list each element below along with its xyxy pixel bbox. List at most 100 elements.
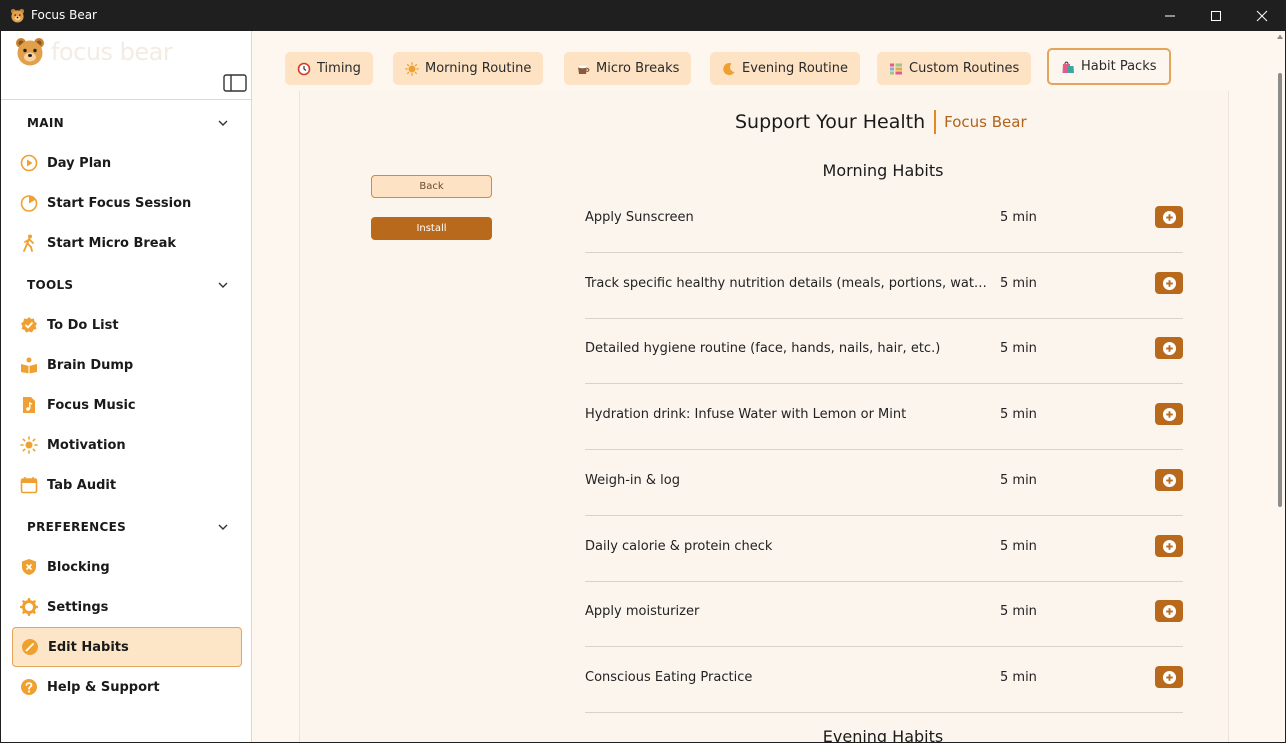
habit-duration: 5 min	[1000, 473, 1037, 488]
add-habit-button[interactable]	[1155, 272, 1183, 294]
habit-name: Conscious Eating Practice	[585, 670, 753, 685]
shopping-bags-icon	[1061, 60, 1075, 74]
scrollbar[interactable]	[1275, 31, 1285, 742]
calendar-icon	[20, 476, 38, 494]
habit-row: Apply moisturizer 5 min	[585, 581, 1183, 647]
habit-row: Weigh-in & log 5 min	[585, 450, 1183, 516]
add-habit-button[interactable]	[1155, 337, 1183, 359]
habit-name: Hydration drink: Infuse Water with Lemon…	[585, 407, 907, 422]
habit-row: Track specific healthy nutrition details…	[585, 253, 1183, 319]
pencil-circle-icon	[21, 638, 39, 656]
tab-timing[interactable]: Timing	[285, 52, 373, 85]
tab-habit-packs[interactable]: Habit Packs	[1047, 48, 1171, 85]
sidebar-item-label: To Do List	[47, 317, 119, 333]
tab-label: Morning Routine	[425, 61, 532, 76]
sidebar-item-to-do-list[interactable]: To Do List	[12, 305, 242, 345]
add-habit-button[interactable]	[1155, 535, 1183, 557]
tab-evening-routine[interactable]: Evening Routine	[710, 52, 860, 85]
section-main: MAIN	[27, 116, 64, 130]
plus-circle-icon	[1162, 604, 1176, 618]
chevron-down-icon[interactable]	[217, 521, 229, 533]
focus-timer-icon	[20, 194, 38, 212]
tab-label: Custom Routines	[909, 61, 1020, 76]
sidebar-item-day-plan[interactable]: Day Plan	[12, 143, 242, 183]
sidebar: focus bear MAIN Day Plan Start Focus Ses…	[1, 31, 252, 742]
tab-label: Timing	[317, 61, 361, 76]
scroll-thumb[interactable]	[1278, 73, 1282, 507]
sidebar-item-label: Day Plan	[47, 155, 112, 171]
tab-micro-breaks[interactable]: Micro Breaks	[564, 52, 692, 85]
close-button[interactable]	[1239, 0, 1285, 31]
sidebar-item-label: Blocking	[47, 559, 110, 575]
sidebar-item-label: Start Focus Session	[47, 195, 192, 211]
add-habit-button[interactable]	[1155, 206, 1183, 228]
sidebar-item-settings[interactable]: Settings	[12, 587, 242, 627]
play-circle-icon	[20, 154, 38, 172]
pack-title: Support Your Health	[735, 111, 926, 133]
question-circle-icon	[20, 678, 38, 696]
maximize-icon	[1211, 10, 1221, 21]
sidebar-item-focus-music[interactable]: Focus Music	[12, 385, 242, 425]
plus-circle-icon	[1162, 341, 1176, 355]
pack-author: Focus Bear	[944, 113, 1027, 131]
sidebar-item-edit-habits[interactable]: Edit Habits	[12, 627, 242, 667]
habit-name: Weigh-in & log	[585, 473, 680, 488]
sidebar-item-brain-dump[interactable]: Brain Dump	[12, 345, 242, 385]
sidebar-item-label: Settings	[47, 599, 109, 615]
evening-habits-heading: Evening Habits	[822, 727, 944, 742]
habit-duration: 5 min	[1000, 604, 1037, 619]
sidebar-item-motivation[interactable]: Motivation	[12, 425, 242, 465]
habit-duration: 5 min	[1000, 341, 1037, 356]
sidebar-item-label: Motivation	[47, 437, 126, 453]
sun-icon	[20, 436, 38, 454]
bear-app-icon	[10, 8, 25, 23]
tab-label: Evening Routine	[742, 61, 848, 76]
shield-x-icon	[20, 558, 38, 576]
sidebar-item-label: Focus Music	[47, 397, 136, 413]
sidebar-item-start-micro-break[interactable]: Start Micro Break	[12, 223, 242, 263]
minimize-icon	[1165, 15, 1175, 16]
clock-icon	[297, 62, 311, 76]
add-habit-button[interactable]	[1155, 600, 1183, 622]
plus-circle-icon	[1162, 407, 1176, 421]
install-button[interactable]: Install	[371, 217, 492, 240]
habit-row: Detailed hygiene routine (face, hands, n…	[585, 318, 1183, 384]
habit-name: Track specific healthy nutrition details…	[585, 276, 990, 291]
main-content: Timing Morning Routine Micro Breaks Even…	[252, 31, 1285, 742]
sidebar-item-blocking[interactable]: Blocking	[12, 547, 242, 587]
plus-circle-icon	[1162, 210, 1176, 224]
tab-morning-routine[interactable]: Morning Routine	[393, 52, 544, 85]
add-habit-button[interactable]	[1155, 666, 1183, 688]
habit-duration: 5 min	[1000, 539, 1037, 554]
tab-label: Micro Breaks	[596, 61, 680, 76]
checklist-badge-icon	[20, 316, 38, 334]
maximize-button[interactable]	[1193, 0, 1239, 31]
chevron-down-icon[interactable]	[217, 117, 229, 129]
sidebar-item-help-support[interactable]: Help & Support	[12, 667, 242, 707]
sidebar-divider	[1, 99, 252, 100]
plus-circle-icon	[1162, 473, 1176, 487]
open-book-icon	[20, 356, 38, 374]
sidebar-item-start-focus-session[interactable]: Start Focus Session	[12, 183, 242, 223]
scroll-up-icon[interactable]	[1276, 33, 1284, 41]
habit-name: Daily calorie & protein check	[585, 539, 773, 554]
sidebar-toggle-icon[interactable]	[223, 74, 247, 92]
habit-row: Hydration drink: Infuse Water with Lemon…	[585, 384, 1183, 450]
bear-logo-icon	[16, 38, 44, 66]
plus-circle-icon	[1162, 276, 1176, 290]
chevron-down-icon[interactable]	[217, 279, 229, 291]
tab-custom-routines[interactable]: Custom Routines	[877, 52, 1032, 85]
plus-circle-icon	[1162, 539, 1176, 553]
habit-name: Detailed hygiene routine (face, hands, n…	[585, 341, 941, 356]
logo-wordmark: focus bear	[51, 38, 173, 66]
add-habit-button[interactable]	[1155, 403, 1183, 425]
sidebar-item-label: Edit Habits	[48, 639, 129, 655]
sidebar-item-tab-audit[interactable]: Tab Audit	[12, 465, 242, 505]
habit-duration: 5 min	[1000, 407, 1037, 422]
add-habit-button[interactable]	[1155, 469, 1183, 491]
window-titlebar: Focus Bear	[1, 0, 1285, 31]
habit-name: Apply moisturizer	[585, 604, 700, 619]
back-button[interactable]: Back	[371, 175, 492, 198]
habit-duration: 5 min	[1000, 210, 1037, 225]
minimize-button[interactable]	[1147, 0, 1193, 31]
